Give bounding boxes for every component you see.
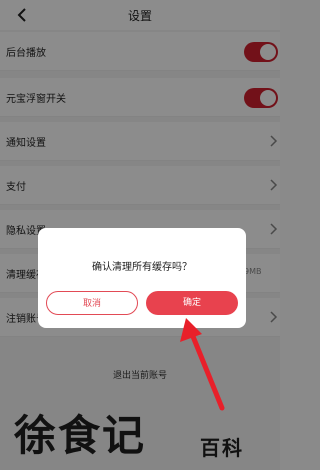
cancel-button[interactable]: 取消	[46, 291, 138, 315]
watermark-main: 徐食记	[14, 411, 147, 460]
watermark-sub: 百科	[200, 436, 244, 460]
red-pointer-arrow-icon	[180, 318, 225, 411]
dialog-message: 确认清理所有缓存吗？	[92, 262, 192, 273]
